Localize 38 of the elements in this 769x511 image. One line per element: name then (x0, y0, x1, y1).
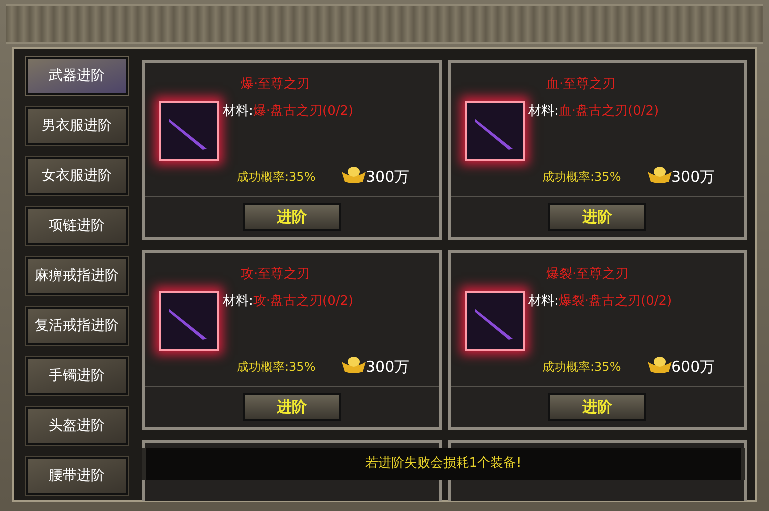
cost-text: 300万 (672, 167, 716, 188)
material-label: 材料: (528, 103, 559, 121)
failure-warning-text: 若进阶失败会损耗1个装备! (365, 455, 522, 474)
material-name: 爆裂·盘古之刃(0/2) (558, 293, 672, 311)
upgrade-button[interactable]: 进阶 (242, 203, 341, 231)
category-tab[interactable]: 女衣服进阶 (26, 157, 128, 195)
material-name: 爆·盘古之刃(0/2) (253, 103, 354, 121)
category-tab[interactable]: 麻痹戒指进阶 (26, 257, 128, 295)
upgrade-button[interactable]: 进阶 (548, 203, 646, 231)
category-tab[interactable]: 头盔进阶 (26, 407, 128, 445)
ingot-icon (341, 166, 367, 184)
category-tab[interactable]: 手镯进阶 (26, 357, 128, 395)
ingot-icon (646, 166, 672, 184)
category-tab[interactable]: 项链进阶 (26, 207, 128, 245)
material-name: 血·盘古之刃(0/2) (558, 103, 660, 121)
material-label: 材料: (528, 293, 559, 311)
cost-text: 300万 (366, 357, 410, 378)
item-title: 爆·至尊之刃 (241, 76, 310, 94)
success-rate: 成功概率:35% (237, 359, 316, 376)
success-rate: 成功概率:35% (542, 169, 622, 186)
category-tab[interactable]: 复活戒指进阶 (26, 307, 128, 345)
material-label: 材料: (223, 103, 254, 121)
item-title: 攻·至尊之刃 (241, 266, 310, 284)
material-name: 攻·盘古之刃(0/2) (253, 293, 354, 311)
item-title: 爆裂·至尊之刃 (546, 266, 629, 284)
success-rate: 成功概率:35% (542, 359, 622, 376)
upgrade-button[interactable]: 进阶 (242, 393, 341, 421)
ingot-icon (341, 356, 367, 374)
cost-text: 300万 (366, 167, 410, 188)
success-rate: 成功概率:35% (237, 169, 316, 186)
material-label: 材料: (223, 293, 254, 311)
ingot-icon (646, 356, 672, 374)
category-tab[interactable]: 武器进阶 (26, 57, 128, 95)
category-tab[interactable]: 男衣服进阶 (26, 107, 128, 145)
category-tab[interactable]: 腰带进阶 (26, 457, 128, 495)
upgrade-button[interactable]: 进阶 (548, 393, 646, 421)
cost-text: 600万 (672, 357, 716, 378)
item-title: 血·至尊之刃 (546, 76, 616, 94)
